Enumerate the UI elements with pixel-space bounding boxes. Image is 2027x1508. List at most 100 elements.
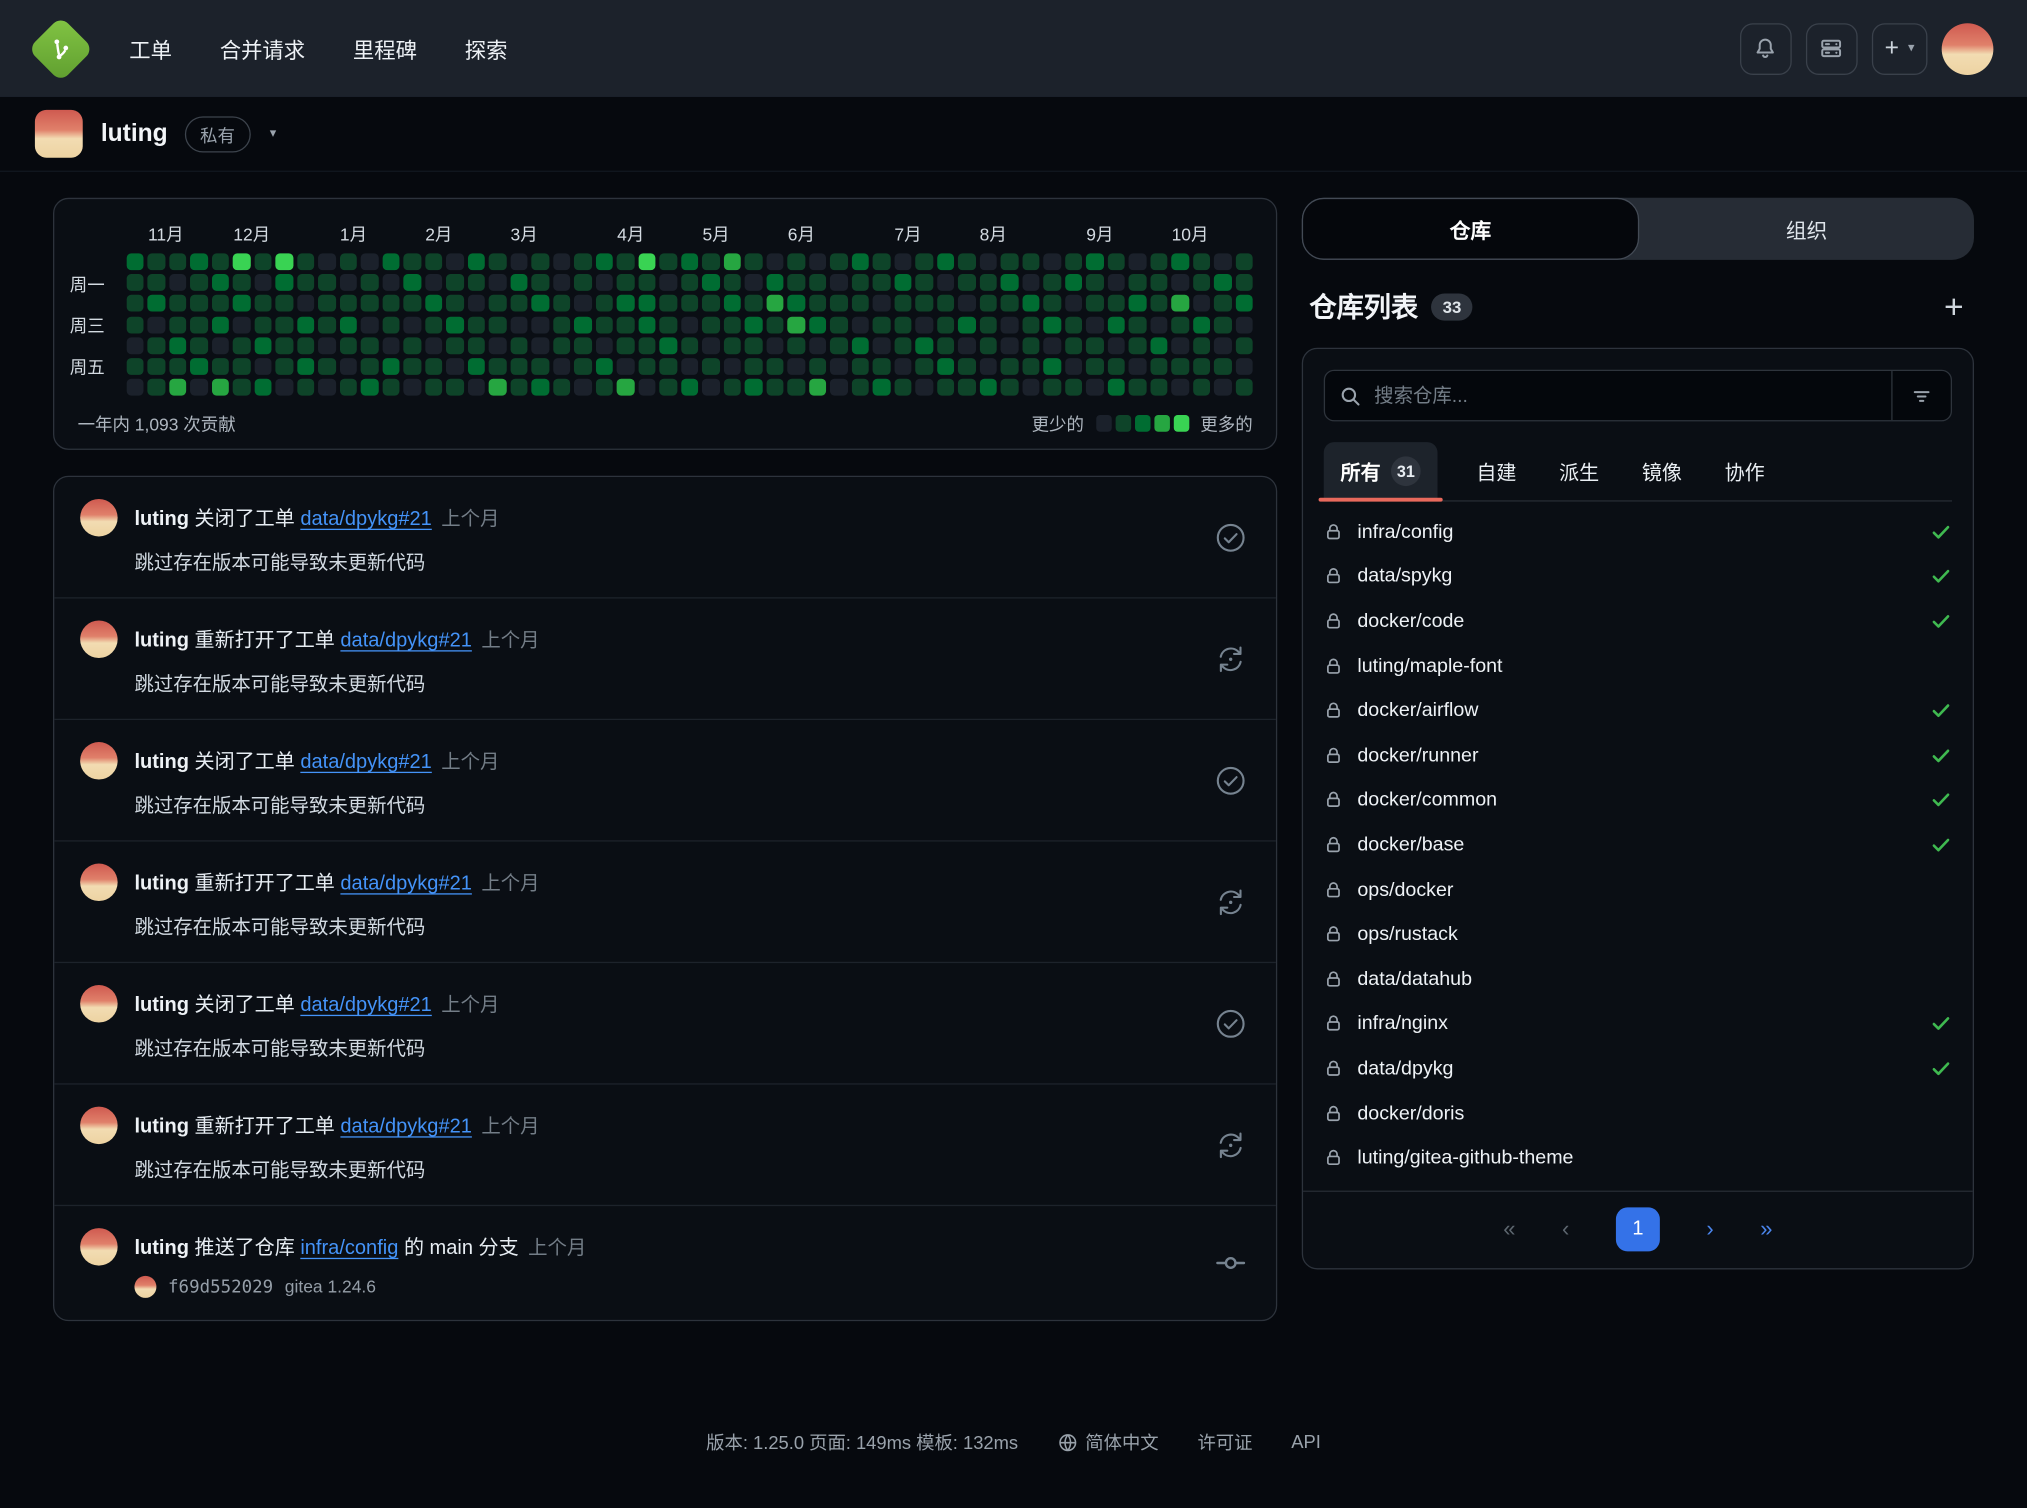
contribution-cell[interactable] (1214, 379, 1231, 396)
contribution-cell[interactable] (958, 316, 975, 333)
contribution-cell[interactable] (660, 358, 677, 375)
contribution-cell[interactable] (1214, 316, 1231, 333)
contribution-cell[interactable] (148, 358, 165, 375)
contribution-cell[interactable] (809, 337, 826, 354)
contribution-cell[interactable] (383, 253, 400, 270)
contribution-cell[interactable] (617, 358, 634, 375)
contribution-cell[interactable] (276, 253, 293, 270)
notifications-button[interactable] (1740, 23, 1792, 75)
contribution-cell[interactable] (255, 337, 272, 354)
contribution-cell[interactable] (297, 295, 314, 312)
contribution-cell[interactable] (1001, 274, 1018, 291)
contribution-cell[interactable] (702, 253, 719, 270)
contribution-cell[interactable] (319, 337, 336, 354)
contribution-cell[interactable] (702, 358, 719, 375)
contribution-cell[interactable] (1236, 295, 1253, 312)
contribution-cell[interactable] (1236, 274, 1253, 291)
filter-tab-all[interactable]: 所有31 (1324, 442, 1438, 500)
contribution-cell[interactable] (553, 253, 570, 270)
contribution-cell[interactable] (489, 358, 506, 375)
contribution-cell[interactable] (724, 379, 741, 396)
contribution-cell[interactable] (404, 253, 421, 270)
contribution-cell[interactable] (852, 379, 869, 396)
contribution-cell[interactable] (425, 379, 442, 396)
contribution-cell[interactable] (532, 358, 549, 375)
contribution-cell[interactable] (212, 358, 229, 375)
contribution-cell[interactable] (873, 358, 890, 375)
contribution-cell[interactable] (1214, 295, 1231, 312)
contribution-cell[interactable] (169, 295, 186, 312)
contribution-cell[interactable] (873, 253, 890, 270)
contribution-cell[interactable] (553, 295, 570, 312)
contribution-cell[interactable] (511, 253, 528, 270)
contribution-cell[interactable] (937, 316, 954, 333)
contribution-cell[interactable] (425, 253, 442, 270)
contribution-cell[interactable] (1086, 337, 1103, 354)
contribution-cell[interactable] (127, 316, 144, 333)
contribution-cell[interactable] (297, 253, 314, 270)
contribution-cell[interactable] (937, 253, 954, 270)
contribution-cell[interactable] (319, 379, 336, 396)
contribution-cell[interactable] (233, 316, 250, 333)
contribution-cell[interactable] (297, 337, 314, 354)
contribution-cell[interactable] (532, 253, 549, 270)
contribution-cell[interactable] (1172, 253, 1189, 270)
contribution-cell[interactable] (276, 358, 293, 375)
contribution-cell[interactable] (233, 253, 250, 270)
contribution-cell[interactable] (660, 316, 677, 333)
contribution-cell[interactable] (788, 295, 805, 312)
contribution-cell[interactable] (980, 295, 997, 312)
contribution-cell[interactable] (191, 379, 208, 396)
contribution-cell[interactable] (830, 274, 847, 291)
contribution-cell[interactable] (468, 253, 485, 270)
repo-filter-button[interactable] (1891, 371, 1950, 420)
contribution-cell[interactable] (169, 337, 186, 354)
contribution-cell[interactable] (1108, 295, 1125, 312)
contribution-cell[interactable] (638, 358, 655, 375)
contribution-cell[interactable] (617, 253, 634, 270)
contribution-cell[interactable] (830, 379, 847, 396)
contribution-cell[interactable] (553, 337, 570, 354)
contribution-cell[interactable] (894, 358, 911, 375)
contribution-cell[interactable] (511, 295, 528, 312)
repo-list-item[interactable]: ops/rustack (1324, 912, 1952, 957)
filter-tab-mirrors[interactable]: 镜像 (1638, 442, 1686, 500)
contribution-cell[interactable] (937, 358, 954, 375)
contribution-cell[interactable] (148, 295, 165, 312)
contribution-cell[interactable] (532, 316, 549, 333)
commit-hash-link[interactable]: f69d552029 (168, 1277, 273, 1298)
contribution-cell[interactable] (681, 379, 698, 396)
repo-list-item[interactable]: docker/runner (1324, 733, 1952, 778)
issue-link[interactable]: data/dpykg#21 (300, 508, 431, 530)
contribution-cell[interactable] (1065, 358, 1082, 375)
contribution-cell[interactable] (916, 316, 933, 333)
repo-list-item[interactable]: data/datahub (1324, 957, 1952, 1002)
contribution-cell[interactable] (1214, 358, 1231, 375)
contribution-cell[interactable] (574, 316, 591, 333)
contribution-cell[interactable] (127, 253, 144, 270)
issue-link[interactable]: data/dpykg#21 (340, 1116, 471, 1138)
contribution-cell[interactable] (1214, 274, 1231, 291)
contribution-cell[interactable] (233, 274, 250, 291)
contribution-cell[interactable] (1086, 316, 1103, 333)
actor-link[interactable]: luting (134, 630, 189, 652)
contribution-cell[interactable] (340, 358, 357, 375)
contribution-cell[interactable] (212, 379, 229, 396)
admin-panel-button[interactable] (1806, 23, 1858, 75)
contribution-cell[interactable] (830, 337, 847, 354)
contribution-cell[interactable] (191, 295, 208, 312)
contribution-cell[interactable] (383, 337, 400, 354)
contribution-cell[interactable] (1001, 358, 1018, 375)
nav-item-pull-requests[interactable]: 合并请求 (220, 33, 305, 64)
contribution-cell[interactable] (916, 358, 933, 375)
contribution-cell[interactable] (980, 379, 997, 396)
contribution-cell[interactable] (617, 379, 634, 396)
contribution-cell[interactable] (255, 253, 272, 270)
contribution-cell[interactable] (980, 337, 997, 354)
contribution-cell[interactable] (1193, 253, 1210, 270)
contribution-cell[interactable] (383, 316, 400, 333)
contribution-cell[interactable] (1065, 337, 1082, 354)
contribution-cell[interactable] (361, 295, 378, 312)
contribution-cell[interactable] (788, 253, 805, 270)
contribution-cell[interactable] (788, 358, 805, 375)
